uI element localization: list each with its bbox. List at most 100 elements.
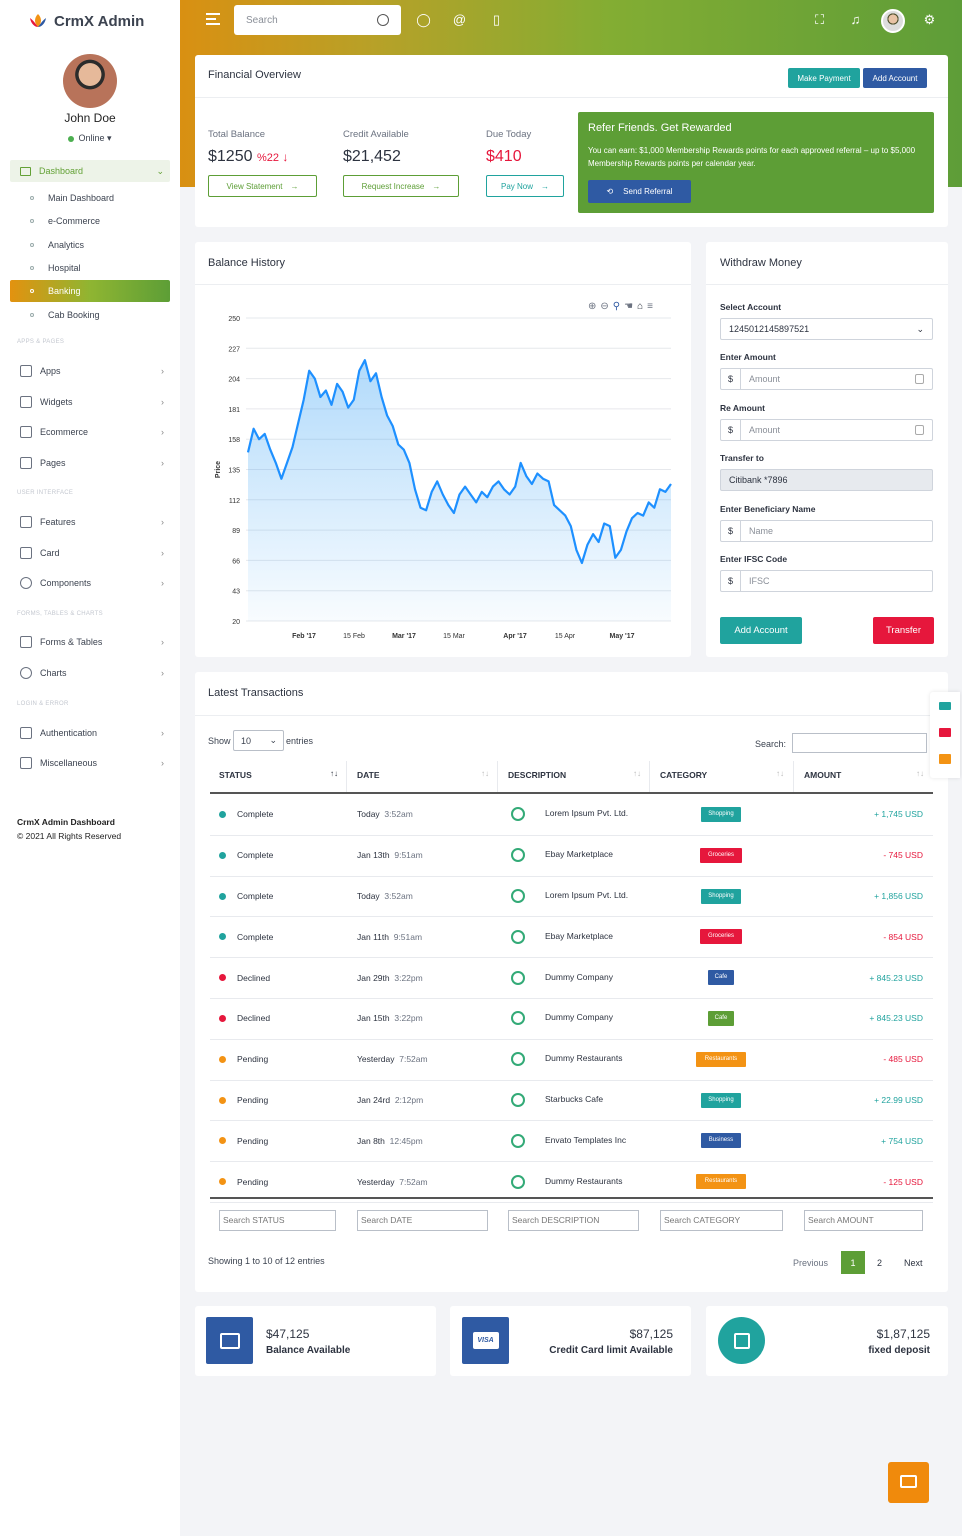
sidebar-sub-ecommerce[interactable]: e-Commerce	[10, 210, 170, 232]
filter-status-input[interactable]: Search STATUS	[219, 1210, 336, 1231]
re-amount-input[interactable]: $ Amount	[720, 419, 933, 441]
app-logo[interactable]: CrmX Admin	[28, 12, 144, 30]
at-sign-icon[interactable]: @	[452, 12, 467, 27]
re-amount-label: Re Amount	[720, 403, 766, 413]
credit-available-value: $21,452	[343, 148, 401, 165]
col-header-category[interactable]: CATEGORY	[660, 770, 707, 780]
entries-select[interactable]: 10 ⌄	[233, 730, 284, 751]
total-balance-label: Total Balance	[208, 129, 266, 140]
row-date-day: Jan 11th	[357, 931, 389, 942]
filter-description-input[interactable]: Search DESCRIPTION	[508, 1210, 639, 1231]
transfer-button[interactable]: Transfer	[873, 617, 934, 644]
sidebar-sub-cab-booking[interactable]: Cab Booking	[10, 304, 170, 326]
sort-icon[interactable]: ↑↓	[916, 769, 924, 778]
name-placeholder: Name	[749, 526, 774, 536]
chat-fab-button[interactable]	[888, 1462, 929, 1503]
col-header-amount[interactable]: AMOUNT	[804, 770, 841, 780]
lotus-logo-icon	[30, 14, 46, 27]
add-account-button[interactable]: Add Account	[863, 68, 927, 88]
amount-input[interactable]: $ Amount	[720, 368, 933, 390]
user-status[interactable]: Online ▾	[0, 133, 180, 144]
bullet-icon	[30, 289, 34, 293]
sidebar-sub-analytics[interactable]: Analytics	[10, 234, 170, 256]
sidebar-item-components[interactable]: Components ›	[10, 572, 170, 594]
col-header-date[interactable]: DATE	[357, 770, 380, 780]
row-description: Ebay Marketplace	[545, 849, 614, 860]
col-header-description[interactable]: DESCRIPTION	[508, 770, 566, 780]
search-input[interactable]: Search	[234, 5, 401, 35]
sidebar-item-authentication[interactable]: Authentication ›	[10, 722, 170, 744]
sidebar-item-charts[interactable]: Charts ›	[10, 662, 170, 684]
sort-icon[interactable]: ↑↓	[330, 769, 338, 778]
ifsc-input[interactable]: $ IFSC	[720, 570, 933, 592]
y-tick-label: 66	[232, 558, 240, 565]
sidebar-item-features[interactable]: Features ›	[10, 511, 170, 533]
chat-icon[interactable]: ◯	[416, 12, 431, 27]
company-logo-icon	[511, 970, 525, 985]
sidebar-sub-main-dashboard[interactable]: Main Dashboard	[10, 187, 170, 209]
sidebar-item-card[interactable]: Card ›	[10, 542, 170, 564]
table-search-input[interactable]	[792, 733, 927, 753]
sidebar-item-miscellaneous[interactable]: Miscellaneous ›	[10, 752, 170, 774]
monitor-icon	[20, 166, 31, 176]
cart-icon	[20, 426, 32, 438]
sort-icon[interactable]: ↑↓	[776, 769, 784, 778]
row-divider	[210, 916, 933, 918]
row-date: Today 3:52am	[357, 891, 413, 901]
row-date: Today 3:52am	[357, 809, 413, 819]
pagination-page-1[interactable]: 1	[841, 1251, 865, 1274]
sidebar-item-pages[interactable]: Pages ›	[10, 452, 170, 474]
sidebar-item-apps[interactable]: Apps ›	[10, 360, 170, 382]
side-quick-tabs	[930, 692, 960, 778]
stepper-icon[interactable]	[915, 374, 924, 384]
fullscreen-icon[interactable]: ⛶	[812, 12, 827, 27]
request-increase-button[interactable]: Request Increase →	[343, 175, 459, 197]
transfer-to-field: Citibank *7896	[720, 469, 933, 491]
clipboard-icon[interactable]: ▯	[489, 12, 504, 27]
pagination-previous[interactable]: Previous	[793, 1258, 828, 1268]
chevron-right-icon: ›	[161, 427, 164, 437]
bullet-icon	[30, 219, 34, 223]
user-avatar[interactable]	[63, 54, 117, 108]
filter-category-input[interactable]: Search CATEGORY	[660, 1210, 783, 1231]
bell-icon[interactable]: ♫	[848, 12, 863, 27]
sidebar-item-dashboard[interactable]: Dashboard ⌄	[10, 160, 170, 182]
send-referral-button[interactable]: ⟲ Send Referral	[588, 180, 691, 203]
filter-date-input[interactable]: Search DATE	[357, 1210, 488, 1231]
sort-icon[interactable]: ↑↓	[633, 769, 641, 778]
beneficiary-name-input[interactable]: $ Name	[720, 520, 933, 542]
make-payment-button[interactable]: Make Payment	[788, 68, 860, 88]
row-date: Jan 8th 12:45pm	[357, 1136, 423, 1146]
sidebar-sub-label: Main Dashboard	[48, 193, 115, 203]
settings-gear-icon[interactable]: ⚙	[922, 12, 937, 27]
col-header-status[interactable]: STATUS	[219, 770, 252, 780]
row-date-day: Today	[357, 809, 380, 820]
view-statement-button[interactable]: View Statement →	[208, 175, 317, 197]
image-icon[interactable]	[939, 728, 951, 737]
pay-now-button[interactable]: Pay Now →	[486, 175, 564, 197]
row-amount: + 845.23 USD	[869, 972, 923, 983]
x-tick-label: Mar '17	[392, 633, 416, 640]
stepper-icon[interactable]	[915, 425, 924, 435]
money-icon[interactable]	[939, 702, 951, 710]
filter-amount-input[interactable]: Search AMOUNT	[804, 1210, 923, 1231]
sort-icon[interactable]: ↑↓	[481, 769, 489, 778]
pagination-page-2[interactable]: 2	[877, 1258, 882, 1268]
sidebar-item-widgets[interactable]: Widgets ›	[10, 391, 170, 413]
hamburger-menu-icon[interactable]	[206, 13, 220, 25]
sidebar-item-label: Authentication	[40, 728, 98, 738]
sidebar-sub-hospital[interactable]: Hospital	[10, 257, 170, 279]
row-date-time: 3:22pm	[394, 1013, 423, 1024]
chat-bubbles-icon[interactable]	[939, 754, 951, 764]
sidebar-sub-banking[interactable]: Banking	[10, 280, 170, 302]
add-account-submit-button[interactable]: Add Account	[720, 617, 802, 644]
chevron-right-icon: ›	[161, 578, 164, 588]
y-tick-label: 204	[228, 377, 240, 384]
category-badge: Restaurants	[696, 1174, 746, 1190]
account-select[interactable]: 1245012145897521 ⌄	[720, 318, 933, 340]
sidebar-item-ecommerce[interactable]: Ecommerce ›	[10, 421, 170, 443]
row-date-time: 3:52am	[384, 809, 413, 820]
pagination-next[interactable]: Next	[904, 1258, 923, 1268]
sidebar-item-forms-tables[interactable]: Forms & Tables ›	[10, 631, 170, 653]
profile-avatar[interactable]	[881, 9, 905, 33]
